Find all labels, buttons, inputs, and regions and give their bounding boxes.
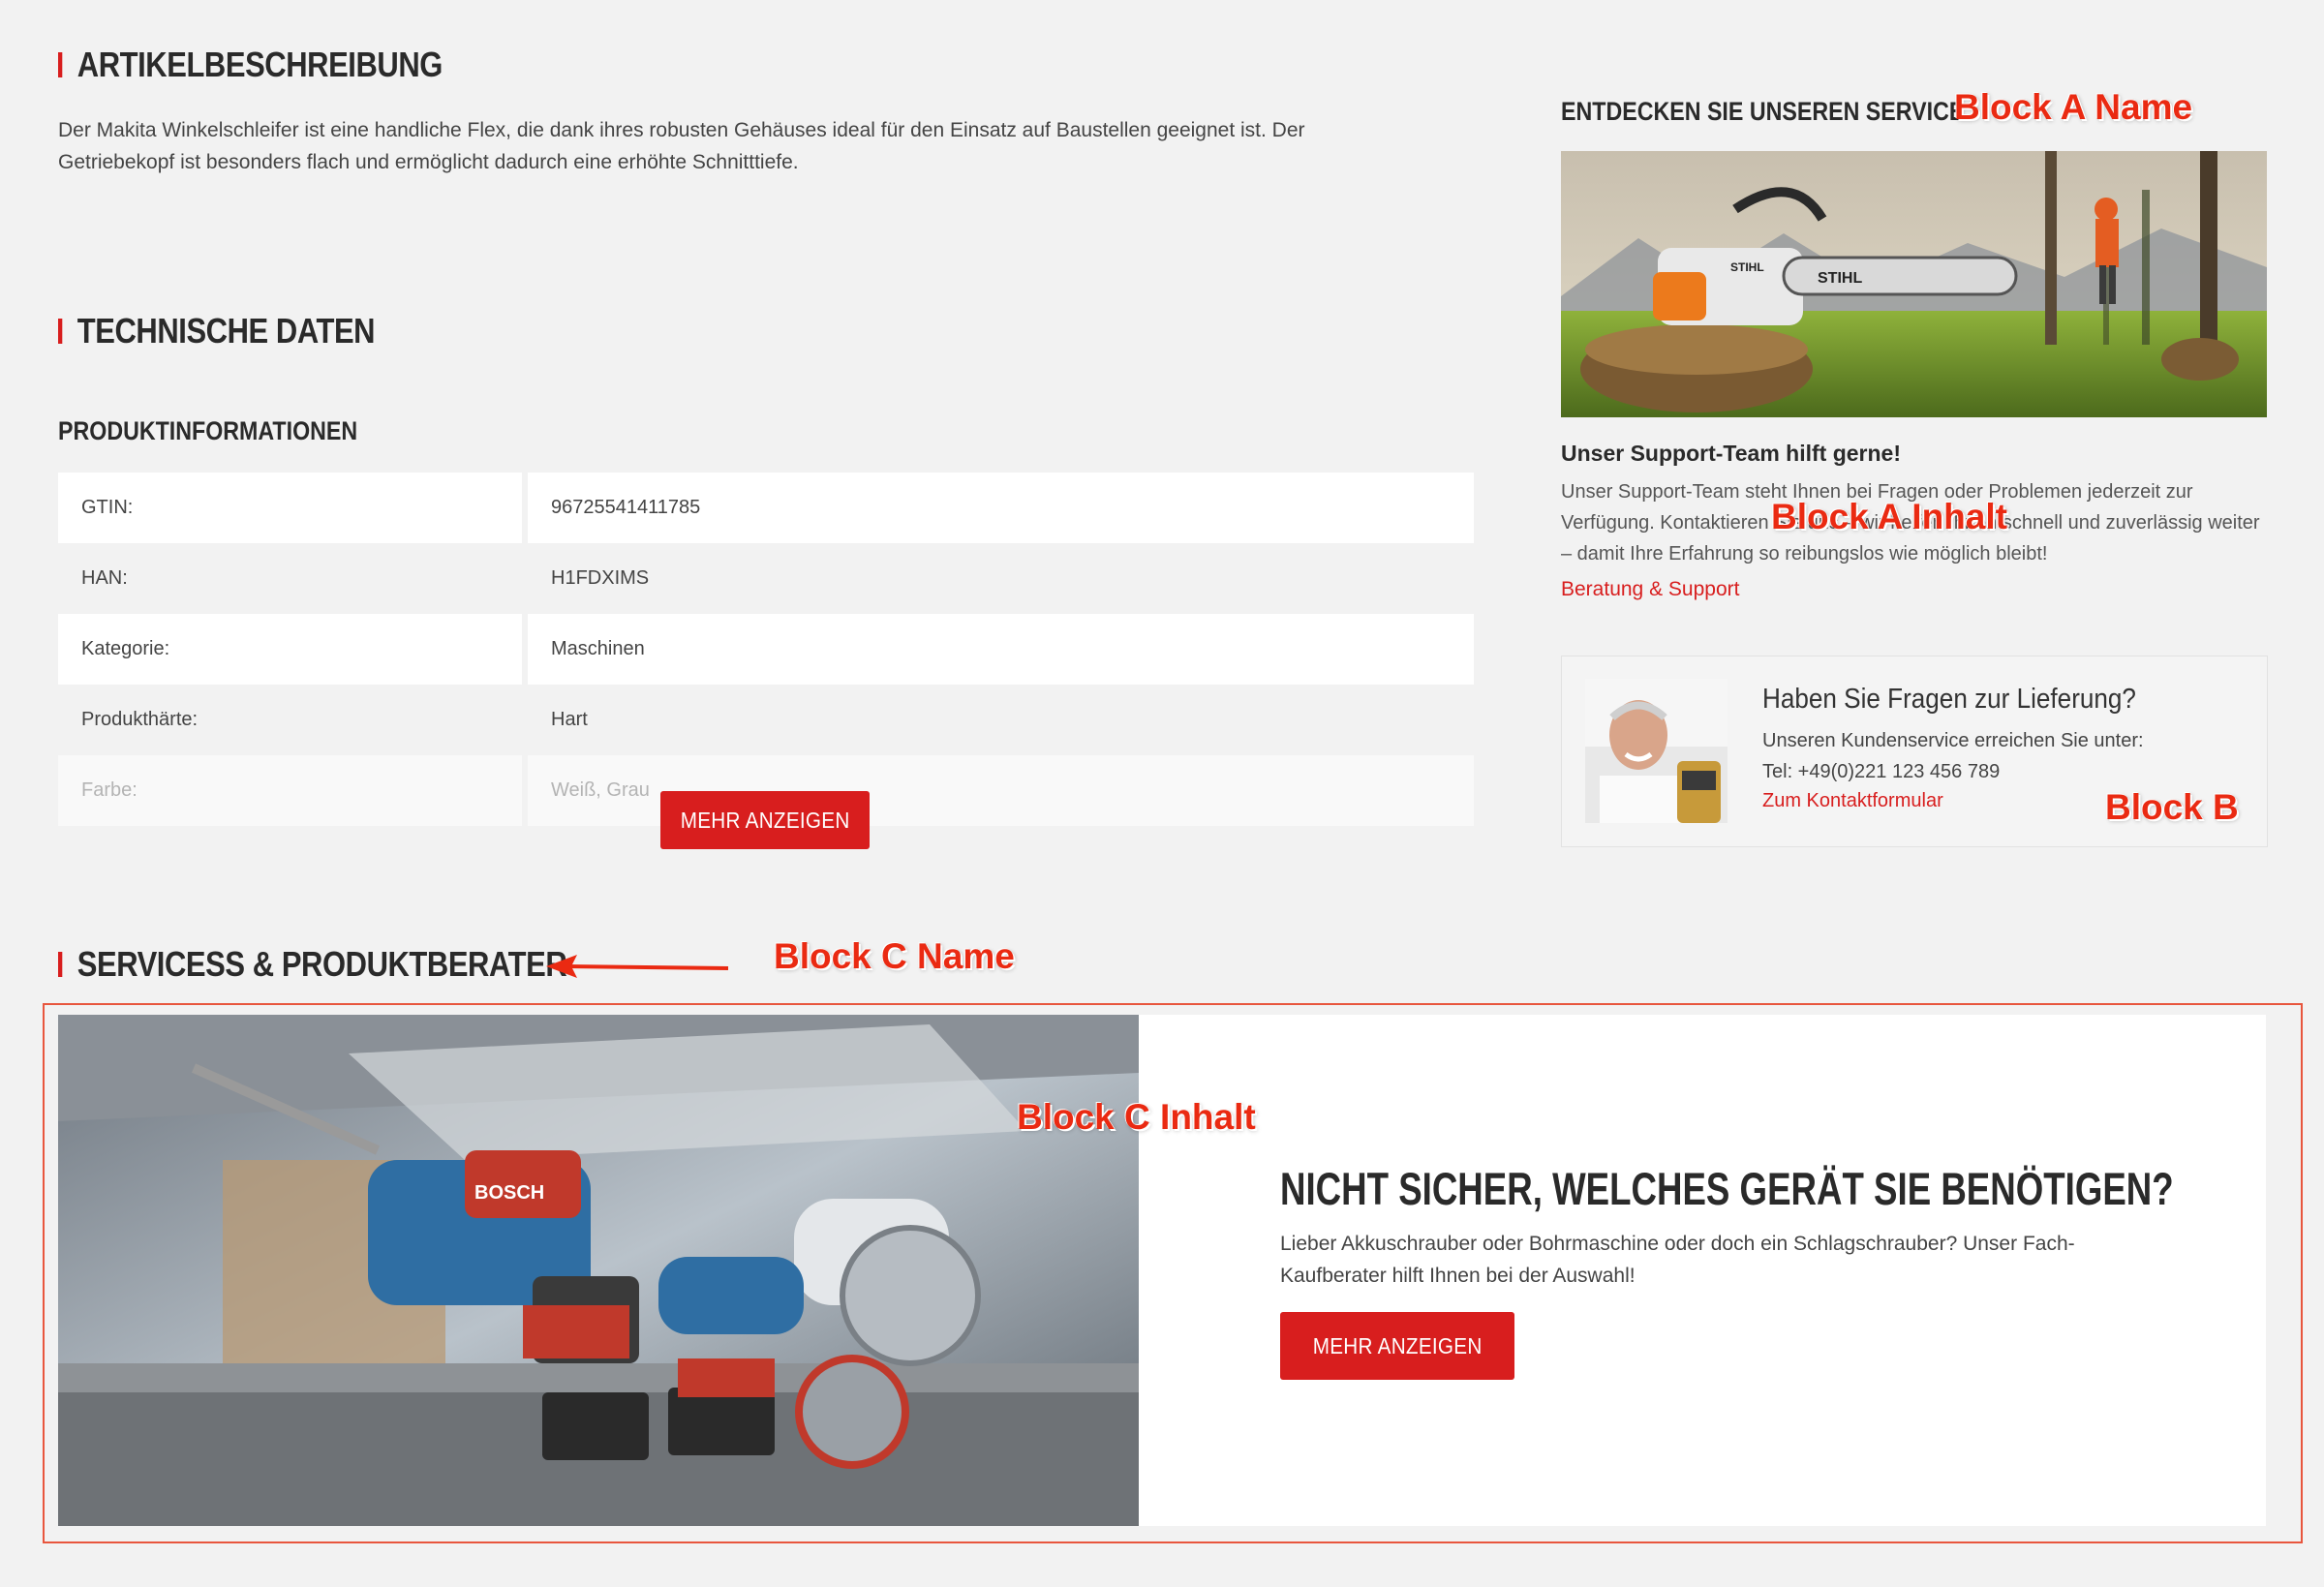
phone-number[interactable]: Tel: +49(0)221 123 456 789: [1762, 761, 2000, 783]
annotation-block-c-name: Block C Name: [774, 936, 1015, 976]
support-title: Unser Support-Team hilft gerne!: [1561, 441, 1901, 466]
annotation-block-a-name: Block A Name: [1954, 87, 2193, 127]
chainsaw-service-image: STIHL STIHL: [1561, 151, 2267, 417]
technische-daten-heading: TECHNISCHE DATEN: [58, 311, 376, 351]
spec-label: Farbe:: [58, 755, 522, 826]
beratung-support-link[interactable]: Beratung & Support: [1561, 578, 1739, 601]
table-row: Produkthärte: Hart: [58, 685, 1474, 755]
produktberater-heading: SERVICESS & PRODUKTBERATER: [58, 944, 567, 985]
annotation-block-a-inhalt: Block A Inhalt: [1771, 497, 2007, 536]
support-person-avatar: [1585, 679, 1728, 823]
spec-label: Produkthärte:: [81, 709, 199, 730]
spec-label: Kategorie:: [58, 614, 522, 685]
table-row: HAN: H1FDXIMS: [58, 543, 1474, 614]
produktberater-text: Lieber Akkuschrauber oder Bohrmaschine o…: [1280, 1233, 2075, 1287]
product-description: Der Makita Winkelschleifer ist eine hand…: [58, 119, 1305, 173]
button-label: MEHR ANZEIGEN: [1312, 1332, 1483, 1358]
heading-accent-bar: [58, 952, 63, 977]
spec-value: 96725541411785: [528, 473, 1474, 543]
heading-text: TECHNISCHE DATEN: [76, 311, 376, 351]
kontaktformular-link[interactable]: Zum Kontaktformular: [1762, 790, 1943, 812]
power-tools-image: BOSCH: [58, 1015, 1139, 1526]
customer-service-text: Unseren Kundenservice erreichen Sie unte…: [1762, 730, 2144, 751]
annotation-arrow-icon: [546, 955, 729, 978]
service-heading: ENTDECKEN SIE UNSEREN SERVICE: [1561, 97, 1965, 126]
annotation-block-b: Block B: [2105, 787, 2239, 827]
button-label: MEHR ANZEIGEN: [680, 807, 850, 833]
annotation-block-c-inhalt: Block C Inhalt: [1017, 1097, 1256, 1137]
chainsaw-brand-text: STIHL: [1818, 270, 1862, 287]
table-row: GTIN: 96725541411785: [58, 473, 1474, 543]
table-row: Kategorie: Maschinen: [58, 614, 1474, 685]
tools-illustration: BOSCH: [58, 1015, 1139, 1526]
chainsaw-illustration: STIHL STIHL: [1561, 151, 2267, 417]
delivery-question-title: Haben Sie Fragen zur Lieferung?: [1762, 684, 2136, 715]
heading-text: ARTIKELBESCHREIBUNG: [76, 45, 443, 84]
artikelbeschreibung-heading: ARTIKELBESCHREIBUNG: [58, 45, 443, 85]
spec-table: GTIN: 96725541411785 HAN: H1FDXIMS Kateg…: [58, 473, 1474, 826]
spec-value: H1FDXIMS: [551, 567, 650, 589]
person-illustration: [1585, 679, 1728, 823]
spec-label: HAN:: [81, 567, 128, 589]
spec-value: Hart: [551, 709, 588, 730]
tools-brand-text: BOSCH: [474, 1182, 544, 1204]
spec-value: Maschinen: [528, 614, 1474, 685]
mehr-anzeigen-berater-button[interactable]: MEHR ANZEIGEN: [1280, 1312, 1514, 1380]
heading-text: SERVICESS & PRODUKTBERATER: [76, 944, 567, 984]
heading-accent-bar: [58, 319, 63, 344]
spec-label: GTIN:: [58, 473, 522, 543]
produktberater-title: NICHT SICHER, WELCHES GERÄT SIE BENÖTIGE…: [1280, 1163, 2174, 1214]
mehr-anzeigen-specs-button[interactable]: MEHR ANZEIGEN: [660, 791, 870, 849]
chainsaw-body-brand-text: STIHL: [1730, 260, 1764, 274]
produktinformationen-heading: PRODUKTINFORMATIONEN: [58, 416, 358, 445]
heading-accent-bar: [58, 52, 63, 77]
